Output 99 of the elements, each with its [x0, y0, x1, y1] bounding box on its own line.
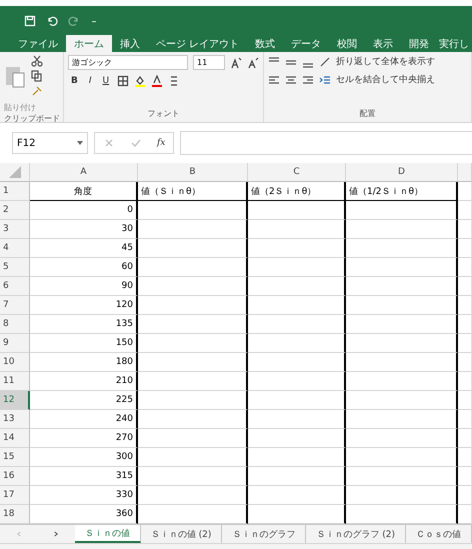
- table-cell: [458, 486, 472, 505]
- row-header[interactable]: 3: [0, 220, 30, 239]
- row-header[interactable]: 8: [0, 315, 30, 334]
- table-cell: 300: [30, 448, 138, 467]
- column-header[interactable]: A: [30, 163, 138, 182]
- table-cell: 60: [30, 258, 138, 277]
- table-cell: [458, 467, 472, 486]
- grow-font-icon[interactable]: [230, 56, 242, 68]
- table-cell: 180: [30, 353, 138, 372]
- row-header[interactable]: 13: [0, 410, 30, 429]
- indent-icon[interactable]: [319, 74, 331, 86]
- align-right-icon[interactable]: [302, 74, 314, 86]
- ribbon-tab[interactable]: 表示: [365, 35, 402, 52]
- row-header[interactable]: 15: [0, 448, 30, 467]
- row-header[interactable]: 16: [0, 467, 30, 486]
- row-header[interactable]: 17: [0, 486, 30, 505]
- dropdown-icon[interactable]: [77, 141, 83, 145]
- table-cell: 270: [30, 429, 138, 448]
- shrink-font-icon[interactable]: [247, 56, 259, 68]
- merge-center-button[interactable]: セルを結合して中央揃え: [336, 73, 435, 86]
- borders-icon[interactable]: [117, 75, 130, 87]
- table-cell: 315: [30, 467, 138, 486]
- wrap-text-button[interactable]: 折り返して全体を表示す: [336, 55, 435, 68]
- ribbon-tab[interactable]: 校閲: [329, 35, 366, 52]
- row-header[interactable]: 10: [0, 353, 30, 372]
- row-header[interactable]: 4: [0, 239, 30, 258]
- style-button[interactable]: B: [68, 76, 81, 86]
- copy-icon[interactable]: [31, 70, 43, 82]
- row-header[interactable]: 2: [0, 201, 30, 220]
- font-color-icon[interactable]: [151, 75, 164, 87]
- table-cell: 330: [30, 486, 138, 505]
- table-cell: [458, 258, 472, 277]
- table-cell: 0: [30, 201, 138, 220]
- row-header[interactable]: 14: [0, 429, 30, 448]
- undo-icon[interactable]: [46, 14, 58, 26]
- table-cell: 120: [30, 296, 138, 315]
- table-cell: 値（1/2Ｓｉｎθ）: [346, 182, 458, 201]
- ribbon-tab[interactable]: ファイル: [10, 35, 66, 52]
- table-cell: [458, 353, 472, 372]
- table-cell: [458, 410, 472, 429]
- table-cell: [458, 277, 472, 296]
- table-cell: 240: [30, 410, 138, 429]
- table-cell: [458, 334, 472, 353]
- table-cell: [458, 182, 472, 201]
- table-cell: 30: [30, 220, 138, 239]
- group-label: クリップボード: [4, 113, 59, 124]
- table-cell: 45: [30, 239, 138, 258]
- table-cell: [458, 220, 472, 239]
- font-size-field[interactable]: 11: [193, 55, 225, 70]
- align-center-icon[interactable]: [285, 74, 297, 86]
- group-label: 配置: [358, 108, 376, 120]
- table-cell: [458, 372, 472, 391]
- formula-field[interactable]: [180, 131, 472, 155]
- column-header[interactable]: B: [138, 163, 248, 182]
- row-header[interactable]: 9: [0, 334, 30, 353]
- table-cell: [458, 391, 472, 410]
- group-label: フォント: [146, 108, 180, 120]
- ribbon-tab[interactable]: データ: [283, 35, 330, 52]
- scissors-icon[interactable]: [31, 55, 43, 67]
- table-cell: 値（2Ｓｉｎθ）: [248, 182, 346, 201]
- style-button[interactable]: U: [100, 76, 112, 86]
- row-header[interactable]: 6: [0, 277, 30, 296]
- row-header[interactable]: 11: [0, 372, 30, 391]
- table-cell: [458, 429, 472, 448]
- table-cell: 角度: [30, 182, 138, 201]
- row-header[interactable]: 5: [0, 258, 30, 277]
- table-cell: [458, 201, 472, 220]
- table-cell: 210: [30, 372, 138, 391]
- ribbon-tab[interactable]: 開発: [401, 35, 438, 52]
- column-header[interactable]: C: [248, 163, 346, 182]
- row-header[interactable]: 1: [0, 182, 30, 201]
- ribbon-tab[interactable]: 数式: [247, 35, 284, 52]
- table-cell: 135: [30, 315, 138, 334]
- row-header[interactable]: 18: [0, 505, 30, 524]
- function-button[interactable]: fx: [156, 138, 166, 148]
- name-box[interactable]: F12: [12, 132, 88, 154]
- table-cell: [458, 315, 472, 334]
- table-cell: [458, 296, 472, 315]
- paste-label: 貼り付け: [4, 102, 37, 113]
- format-painter-icon[interactable]: [31, 85, 43, 97]
- font-name-field[interactable]: 游ゴシック: [68, 55, 188, 70]
- table-cell: 150: [30, 334, 138, 353]
- ribbon-tab[interactable]: ページ レイアウト: [148, 35, 248, 52]
- table-cell: [458, 239, 472, 258]
- row-header[interactable]: 12: [0, 391, 30, 410]
- style-button[interactable]: I: [86, 76, 95, 86]
- sheet-tab[interactable]: Ｓｉｎの値: [74, 525, 141, 543]
- table-cell: 値（Ｓｉｎθ）: [138, 182, 248, 201]
- column-header[interactable]: D: [346, 163, 458, 182]
- fill-color-icon[interactable]: [134, 75, 146, 87]
- row-header[interactable]: 7: [0, 296, 30, 315]
- table-cell: 90: [30, 277, 138, 296]
- ribbon-tab[interactable]: ホーム: [66, 35, 112, 52]
- ribbon-tab[interactable]: 挿入: [112, 35, 148, 52]
- tell-me-field[interactable]: 実行し: [437, 35, 472, 52]
- align-left-icon[interactable]: [268, 74, 280, 86]
- table-cell: [458, 448, 472, 467]
- table-cell: 225: [30, 391, 138, 410]
- save-icon[interactable]: [24, 14, 36, 26]
